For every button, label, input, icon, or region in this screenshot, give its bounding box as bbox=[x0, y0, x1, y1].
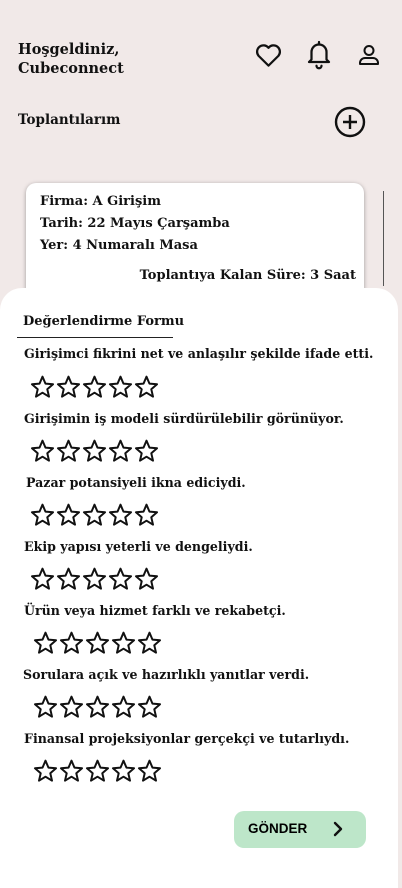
star-outline-icon[interactable] bbox=[56, 439, 81, 464]
star-outline-icon[interactable] bbox=[111, 631, 136, 656]
star-outline-icon[interactable] bbox=[134, 567, 159, 592]
rating-5[interactable] bbox=[33, 631, 162, 656]
star-outline-icon[interactable] bbox=[134, 503, 159, 528]
meetings-title: Toplantılarım bbox=[18, 112, 121, 128]
question-3: Pazar potansiyeli ikna ediciydi. bbox=[26, 475, 246, 490]
greeting-text: Hoşgeldiniz, bbox=[18, 41, 120, 58]
user-icon[interactable] bbox=[356, 43, 382, 67]
heart-icon[interactable] bbox=[253, 40, 284, 70]
username-text: Cubeconnect bbox=[18, 60, 124, 77]
submit-button[interactable]: GÖNDER bbox=[234, 811, 366, 848]
meeting-card[interactable]: Firma: A Girişim Tarih: 22 Mayıs Çarşamb… bbox=[26, 183, 364, 303]
card-place: Yer: 4 Numaralı Masa bbox=[40, 238, 198, 253]
question-6: Sorulara açık ve hazırlıklı yanıtlar ver… bbox=[23, 667, 310, 682]
star-outline-icon[interactable] bbox=[111, 759, 136, 784]
star-outline-icon[interactable] bbox=[137, 695, 162, 720]
form-title: Değerlendirme Formu bbox=[23, 314, 185, 329]
star-outline-icon[interactable] bbox=[33, 759, 58, 784]
welcome-header: Hoşgeldiniz, Cubeconnect bbox=[18, 40, 124, 78]
card-remaining-time: Toplantıya Kalan Süre: 3 Saat bbox=[139, 268, 356, 283]
star-outline-icon[interactable] bbox=[82, 567, 107, 592]
star-outline-icon[interactable] bbox=[30, 375, 55, 400]
star-outline-icon[interactable] bbox=[108, 567, 133, 592]
rating-3[interactable] bbox=[30, 503, 159, 528]
star-outline-icon[interactable] bbox=[59, 695, 84, 720]
rating-1[interactable] bbox=[30, 375, 159, 400]
card-company: Firma: A Girişim bbox=[40, 194, 161, 209]
star-outline-icon[interactable] bbox=[85, 695, 110, 720]
star-outline-icon[interactable] bbox=[108, 503, 133, 528]
bell-icon[interactable] bbox=[304, 38, 334, 71]
star-outline-icon[interactable] bbox=[59, 759, 84, 784]
submit-label: GÖNDER bbox=[248, 821, 308, 836]
question-1: Girişimci fikrini net ve anlaşılır şekil… bbox=[24, 346, 374, 361]
rating-4[interactable] bbox=[30, 567, 159, 592]
card-date: Tarih: 22 Mayıs Çarşamba bbox=[40, 216, 230, 231]
star-outline-icon[interactable] bbox=[134, 439, 159, 464]
star-outline-icon[interactable] bbox=[30, 439, 55, 464]
star-outline-icon[interactable] bbox=[30, 503, 55, 528]
star-outline-icon[interactable] bbox=[56, 503, 81, 528]
star-outline-icon[interactable] bbox=[59, 631, 84, 656]
star-outline-icon[interactable] bbox=[85, 631, 110, 656]
rating-7[interactable] bbox=[33, 759, 162, 784]
star-outline-icon[interactable] bbox=[82, 375, 107, 400]
star-outline-icon[interactable] bbox=[33, 631, 58, 656]
question-2: Girişimin iş modeli sürdürülebilir görün… bbox=[24, 411, 344, 426]
star-outline-icon[interactable] bbox=[56, 567, 81, 592]
star-outline-icon[interactable] bbox=[56, 375, 81, 400]
plus-circle-icon[interactable] bbox=[333, 105, 367, 139]
question-5: Ürün veya hizmet farklı ve rekabetçi. bbox=[24, 603, 286, 618]
star-outline-icon[interactable] bbox=[108, 439, 133, 464]
star-outline-icon[interactable] bbox=[111, 695, 136, 720]
rating-2[interactable] bbox=[30, 439, 159, 464]
question-7: Finansal projeksiyonlar gerçekçi ve tuta… bbox=[24, 731, 350, 746]
scrollbar[interactable] bbox=[383, 191, 384, 286]
star-outline-icon[interactable] bbox=[108, 375, 133, 400]
star-outline-icon[interactable] bbox=[33, 695, 58, 720]
star-outline-icon[interactable] bbox=[82, 439, 107, 464]
star-outline-icon[interactable] bbox=[82, 503, 107, 528]
form-title-underline bbox=[17, 337, 173, 338]
chevron-right-icon bbox=[333, 821, 343, 837]
star-outline-icon[interactable] bbox=[137, 759, 162, 784]
star-outline-icon[interactable] bbox=[85, 759, 110, 784]
star-outline-icon[interactable] bbox=[30, 567, 55, 592]
star-outline-icon[interactable] bbox=[134, 375, 159, 400]
question-4: Ekip yapısı yeterli ve dengeliydi. bbox=[24, 539, 253, 554]
rating-6[interactable] bbox=[33, 695, 162, 720]
star-outline-icon[interactable] bbox=[137, 631, 162, 656]
